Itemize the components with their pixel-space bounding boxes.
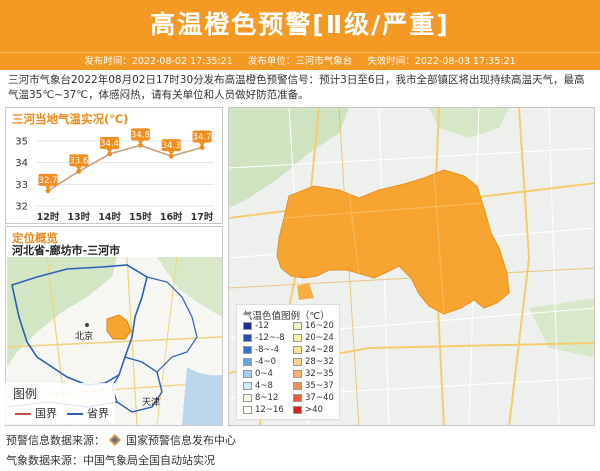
temp-legend-label: 8~12 — [255, 393, 279, 403]
weather-source-label: 气象数据来源： — [6, 454, 83, 467]
temp-legend-item: 16~20 — [293, 321, 334, 331]
temp-legend-item: 12~16 — [243, 405, 284, 415]
issue-time: 发布时间：2022-08-02 17:35:21 — [84, 56, 233, 67]
temp-legend-item: 32~35 — [293, 369, 334, 379]
temp-legend-swatch — [293, 333, 302, 342]
chart-data-label: 34.7 — [193, 133, 212, 143]
temperature-panel-heading: 三河当地气温实况(℃) — [12, 112, 129, 126]
temp-legend-item: 35~37 — [293, 381, 334, 391]
warning-center-logo-icon — [108, 434, 121, 446]
temp-legend-label: 37~40 — [305, 393, 334, 403]
warning-banner: 高温橙色预警[Ⅱ级/严重] — [0, 0, 600, 52]
chart-x-tick-label: 13时 — [67, 211, 90, 223]
temp-legend-swatch — [243, 321, 252, 330]
chart-x-tick-label: 16时 — [160, 211, 183, 223]
temp-legend-item: -12~-8 — [243, 333, 284, 343]
warning-meta-bar: 发布时间：2022-08-02 17:35:21 发布单位：三河市气象台 失效时… — [0, 52, 600, 70]
warning-title: 高温橙色预警[Ⅱ级/严重] — [150, 10, 450, 39]
national-border-line-icon — [15, 413, 31, 415]
chart-data-label-pointer — [137, 140, 144, 145]
chart-data-label-pointer — [168, 151, 175, 156]
expire-time: 失效时间：2022-08-03 17:35:21 — [367, 56, 516, 67]
temp-legend-swatch — [243, 345, 252, 354]
chart-data-label: 34.8 — [131, 130, 150, 140]
temp-legend-item: 37~40 — [293, 393, 334, 403]
weather-source: 中国气象局全国自动站实况 — [83, 454, 215, 467]
chart-x-tick-label: 12时 — [37, 211, 60, 223]
province-border-line-icon — [67, 413, 83, 415]
temp-legend-item: -8~-4 — [243, 345, 279, 355]
temp-legend-swatch — [293, 405, 302, 414]
legend-national-border: 国界 — [15, 405, 57, 421]
temp-legend-swatch — [293, 345, 302, 354]
chart-y-tick-label: 34 — [15, 158, 28, 169]
warning-source: 国家预警信息发布中心 — [126, 434, 236, 447]
temperature-legend-title: 气温色值图例（℃） — [243, 311, 330, 322]
temp-legend-swatch — [293, 357, 302, 366]
chart-x-tick-label: 15时 — [129, 211, 152, 223]
temperature-color-legend: 气温色值图例（℃） -12 -12~-8 -8~-4 -4~0 0~4 4~8 8~12 12… — [236, 304, 340, 420]
temp-legend-label: 4~8 — [255, 381, 273, 391]
temp-legend-swatch — [243, 333, 252, 342]
temp-legend-label: 12~16 — [255, 405, 284, 415]
temp-legend-label: 28~32 — [305, 357, 334, 367]
chart-x-tick-label: 14时 — [98, 211, 121, 223]
temp-legend-label: -12~-8 — [255, 333, 285, 343]
map-legend: 图例 国界 省界 — [5, 383, 115, 424]
temp-legend-label: -4~0 — [255, 357, 277, 367]
map-label-beijing: 北京 — [75, 332, 94, 342]
temperature-panel: 32 33 34 35 12时 13时 14时 15时 16时 17时 32.7 33.6 34.4 34… — [5, 107, 223, 224]
temp-legend-swatch — [243, 393, 252, 402]
chart-data-label: 34.4 — [100, 139, 119, 149]
legend-province-border: 省界 — [67, 405, 109, 421]
warning-source-line: 预警信息数据来源： 国家预警信息发布中心 — [6, 432, 236, 448]
location-region: 河北省-廊坊市-三河市 — [12, 244, 121, 257]
map-legend-title: 图例 — [13, 387, 38, 401]
temp-legend-label: 0~4 — [255, 369, 273, 379]
temp-legend-swatch — [243, 381, 252, 390]
temp-legend-label: 16~20 — [305, 321, 334, 331]
chart-data-label: 33.6 — [69, 156, 88, 166]
chart-y-tick-label: 35 — [15, 137, 28, 148]
temp-legend-swatch — [243, 357, 252, 366]
temp-legend-item: >40 — [293, 405, 323, 415]
temp-legend-swatch — [293, 381, 302, 390]
chart-x-tick-label: 17时 — [191, 211, 214, 223]
temp-legend-label: 20~24 — [305, 333, 334, 343]
temp-legend-item: 28~32 — [293, 357, 334, 367]
map-label-tianjin: 天津 — [142, 398, 161, 408]
temp-legend-label: >40 — [305, 405, 323, 415]
temp-legend-label: 32~35 — [305, 369, 334, 379]
temp-legend-swatch — [293, 369, 302, 378]
warning-description: 三河市气象台2022年08月02日17时30分发布高温橙色预警信号：预计3日至6… — [8, 74, 585, 101]
temp-legend-item: -4~0 — [243, 357, 276, 367]
weather-source-line: 气象数据来源：中国气象局全国自动站实况 — [6, 452, 215, 468]
temp-legend-label: 35~37 — [305, 381, 334, 391]
temp-legend-item: 0~4 — [243, 369, 273, 379]
temp-legend-label: 24~28 — [305, 345, 334, 355]
chart-data-label-pointer — [106, 149, 113, 153]
temp-legend-item: 24~28 — [293, 345, 334, 355]
temp-legend-swatch — [243, 369, 252, 378]
temp-legend-swatch — [293, 393, 302, 402]
temp-legend-item: 20~24 — [293, 333, 334, 343]
chart-data-label-pointer — [199, 142, 205, 147]
chart-data-label: 32.7 — [39, 176, 58, 186]
issuer: 发布单位：三河市气象台 — [247, 56, 353, 67]
temp-legend-swatch — [293, 321, 302, 330]
chart-y-tick-label: 32 — [15, 202, 28, 213]
temp-legend-swatch — [243, 405, 252, 414]
temp-legend-item: 8~12 — [243, 393, 278, 403]
chart-data-label: 34.3 — [162, 141, 181, 151]
temp-legend-label: -8~-4 — [255, 345, 280, 355]
temp-legend-label: -12 — [255, 321, 269, 331]
warning-source-label: 预警信息数据来源： — [6, 434, 105, 447]
chart-y-tick-label: 33 — [15, 180, 28, 191]
temp-legend-item: 4~8 — [243, 381, 273, 391]
temp-legend-item: -12 — [243, 321, 269, 331]
